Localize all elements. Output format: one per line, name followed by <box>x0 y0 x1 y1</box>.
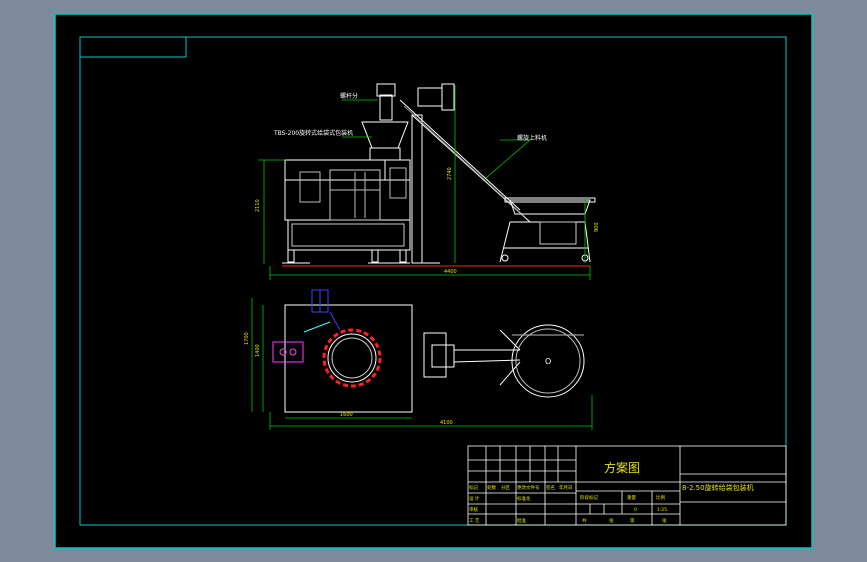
tank-center-label: O <box>545 357 551 366</box>
scale-label: 比例 <box>656 494 665 501</box>
sheets-total-label: 共 <box>582 517 587 524</box>
sheet-no-label: 第 <box>630 517 635 524</box>
approve-label: 批准 <box>517 517 526 524</box>
sheets-label: 张 <box>609 517 614 524</box>
header-count: 处数 <box>487 484 496 491</box>
drawing-canvas[interactable]: 2110 2740 900 4400 螺杆分 TBS-200旋转式给袋式包装机 … <box>0 0 867 562</box>
scale-value: 1:25 <box>657 507 667 513</box>
drawing-title: 方案图 <box>604 460 640 475</box>
header-signature: 签名 <box>546 484 555 491</box>
conveyor-height-dim: 900 <box>594 222 600 232</box>
plan-width-inner-dim: 1600 <box>340 412 353 418</box>
plan-height-inner-dim: 1400 <box>255 344 261 357</box>
sheet-no-suffix: 张 <box>662 517 667 524</box>
header-change-doc: 更改文件号 <box>517 484 540 491</box>
design-label: 设 计 <box>469 495 480 502</box>
stage-label: 阶段标记 <box>580 494 598 501</box>
machine-model-label: TBS-200旋转式给袋式包装机 <box>273 129 353 137</box>
product-name: 8-2.50旋转给袋包装机 <box>682 483 754 492</box>
front-height-left-dim: 2110 <box>255 199 261 212</box>
header-date: 年月日 <box>559 484 573 491</box>
header-zone: 分区 <box>501 484 510 491</box>
process-label: 工 艺 <box>469 518 480 524</box>
plan-height-outer-dim: 1700 <box>244 332 250 345</box>
drawing-sheet <box>54 13 813 549</box>
screw-feeder-label: 螺杆分 <box>340 92 358 100</box>
conveyor-label: 螺旋上料机 <box>517 134 547 142</box>
weight-value: 0 <box>634 507 637 513</box>
header-mark: 标记 <box>469 484 478 491</box>
cad-viewport[interactable]: 2110 2740 900 4400 螺杆分 TBS-200旋转式给袋式包装机 … <box>0 0 867 562</box>
front-width-dim: 4400 <box>444 269 457 275</box>
standardize-label: 标准化 <box>517 495 531 502</box>
hopper-height-dim: 2740 <box>447 167 453 180</box>
plan-width-outer-dim: 4100 <box>440 420 453 426</box>
check-label: 审核 <box>469 506 478 513</box>
weight-label: 重量 <box>627 494 636 501</box>
